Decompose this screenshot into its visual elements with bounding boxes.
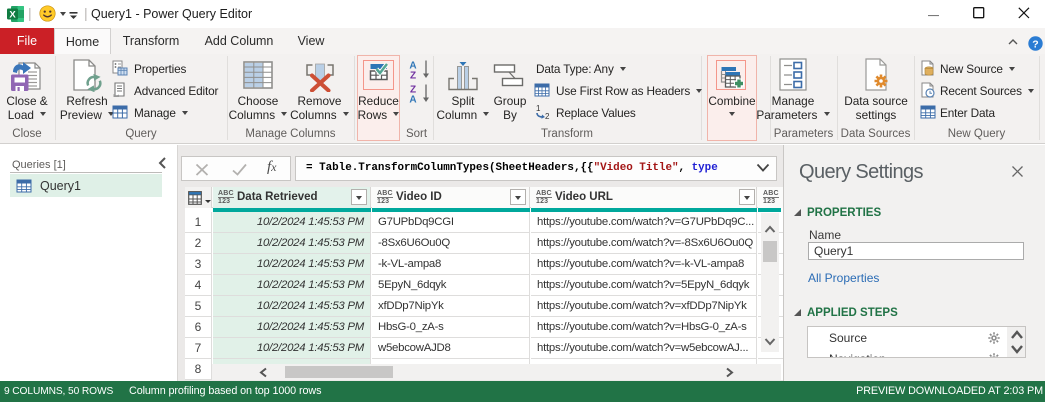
- svg-text:1: 1: [536, 104, 541, 113]
- svg-text:A: A: [409, 95, 416, 106]
- svg-text:X: X: [9, 9, 16, 20]
- svg-text:?: ?: [1032, 38, 1038, 50]
- svg-text:2: 2: [545, 112, 550, 120]
- svg-text:Z: Z: [410, 71, 416, 82]
